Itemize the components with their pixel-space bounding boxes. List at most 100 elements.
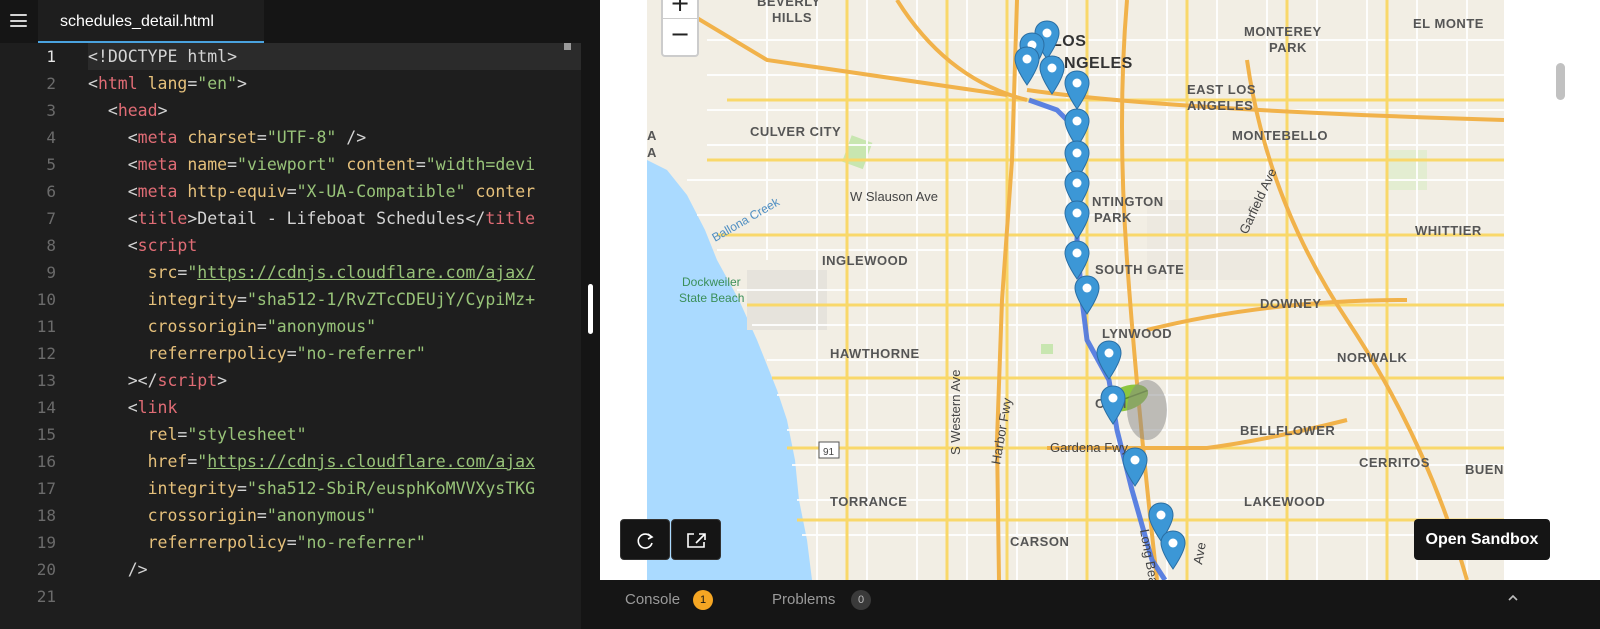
code-token: < [88,155,138,174]
code-token: = [187,452,198,471]
line-number: 4 [46,128,56,147]
problems-tab[interactable]: Problems [772,580,835,620]
code-line: <meta name="viewport" content="width=dev… [88,151,535,178]
map-marker-icon[interactable] [1064,70,1090,110]
code-token: script [157,371,218,390]
code-line: rel="stylesheet" [88,421,307,448]
code-area[interactable]: <!DOCTYPE html> <html lang="en"> <head> <… [88,43,581,629]
line-number: 3 [46,101,56,120]
code-token: "no-referrer" [296,344,426,363]
line-number: 13 [36,371,56,390]
code-token: "UTF-8" [266,128,337,147]
code-token: < [88,182,138,201]
code-line: <!DOCTYPE html> [88,43,237,70]
open-sandbox-button[interactable]: Open Sandbox [1414,519,1550,560]
line-number: 12 [36,344,56,363]
line-number: 9 [46,263,56,282]
map-label: INGLEWOOD [822,253,908,268]
line-number: 14 [36,398,56,417]
code-token: integrity [147,479,238,498]
code-token: meta [137,128,188,147]
line-number: 6 [46,182,56,201]
code-token: = [237,479,247,498]
map-marker-icon[interactable] [1096,340,1122,380]
code-editor[interactable]: schedules_detail.html 1 2 3 4 5 6 7 8 9 10 11 12 13 1… [0,0,581,629]
map-label: A [647,128,657,143]
line-number: 11 [36,317,56,336]
code-token: < [88,101,118,120]
code-token: script [137,236,198,255]
code-token: "width=devi [425,155,536,174]
code-token: lang [147,74,188,93]
line-number-gutter: 1 2 3 4 5 6 7 8 9 10 11 12 13 14 15 16 17 18 19 20 21 [0,43,88,629]
code-token: href [147,452,188,471]
console-tab[interactable]: Console [625,580,680,620]
code-token: <!DOCTYPE html> [88,47,238,66]
line-number: 17 [36,479,56,498]
map-label: EL MONTE [1413,16,1484,31]
map-marker-icon[interactable] [1064,240,1090,280]
code-token: = [177,425,188,444]
map-label: NORWALK [1337,350,1408,365]
code-token: = [256,128,267,147]
map-label: NTINGTON [1092,194,1164,209]
code-token: > [217,371,228,390]
menu-icon[interactable] [10,14,27,27]
problems-count-badge: 0 [851,590,871,610]
map-label: S Western Ave [948,369,963,455]
map-marker-icon[interactable] [1039,55,1065,95]
code-token: "stylesheet" [187,425,307,444]
code-token: = [286,533,297,552]
refresh-button[interactable] [620,519,670,560]
map-label: W Slauson Ave [850,189,938,204]
code-token: conter [475,182,536,201]
map-marker-icon[interactable] [1100,385,1126,425]
map-marker-icon[interactable] [1064,200,1090,240]
editor-tab-bar: schedules_detail.html [0,0,581,43]
map-label: PARK [1094,210,1132,225]
code-line: <script [88,232,198,259]
code-line: /> [88,556,148,583]
code-line: crossorigin="anonymous" [88,502,377,529]
code-token: link [137,398,178,417]
map[interactable]: BEVERLY HILLS LOS ANGELES MONTEREY PARK … [647,0,1504,580]
map-marker-icon[interactable] [1074,275,1100,315]
code-token: ></ [88,371,158,390]
code-token: " [187,263,198,282]
map-marker-icon[interactable] [1122,447,1148,487]
code-line: integrity="sha512-1/RvZTcCDEUjY/CypiMz+ [88,286,535,313]
code-line: <meta http-equiv="X-UA-Compatible" conte… [88,178,535,205]
map-label: Ave [1190,541,1209,565]
splitter-handle[interactable] [588,284,593,334]
open-external-icon [687,533,706,548]
code-line: <html lang="en"> [88,70,247,97]
zoom-out-button[interactable]: − [663,19,697,50]
line-number: 20 [36,560,56,579]
code-token: /> [88,560,148,579]
line-number: 21 [36,587,56,606]
code-line: <title>Detail - Lifeboat Schedules</titl… [88,205,535,232]
code-token: https://cdnjs.cloudflare.com/ajax [207,452,536,471]
zoom-in-button[interactable]: + [663,0,697,19]
code-token: crossorigin [147,506,257,525]
code-token: content [346,155,416,174]
map-marker-icon[interactable] [1160,530,1186,570]
map-marker-icon[interactable] [1014,46,1040,86]
code-token: charset [187,128,257,147]
map-label: Harbor Fwy [988,396,1015,465]
map-label: LYNWOOD [1102,326,1172,341]
map-label: Garfield Ave [1236,166,1279,236]
map-label: BELLFLOWER [1240,423,1335,438]
map-label: BEVERLY [757,0,821,9]
map-label: HAWTHORNE [830,346,920,361]
code-token: "en" [197,74,238,93]
map-label: TORRANCE [830,494,907,509]
preview-scrollbar-thumb[interactable] [1556,63,1565,100]
map-label: LAKEWOOD [1244,494,1325,509]
chevron-up-icon[interactable] [1507,592,1519,604]
file-tab[interactable]: schedules_detail.html [38,0,264,43]
open-external-button[interactable] [671,519,721,560]
